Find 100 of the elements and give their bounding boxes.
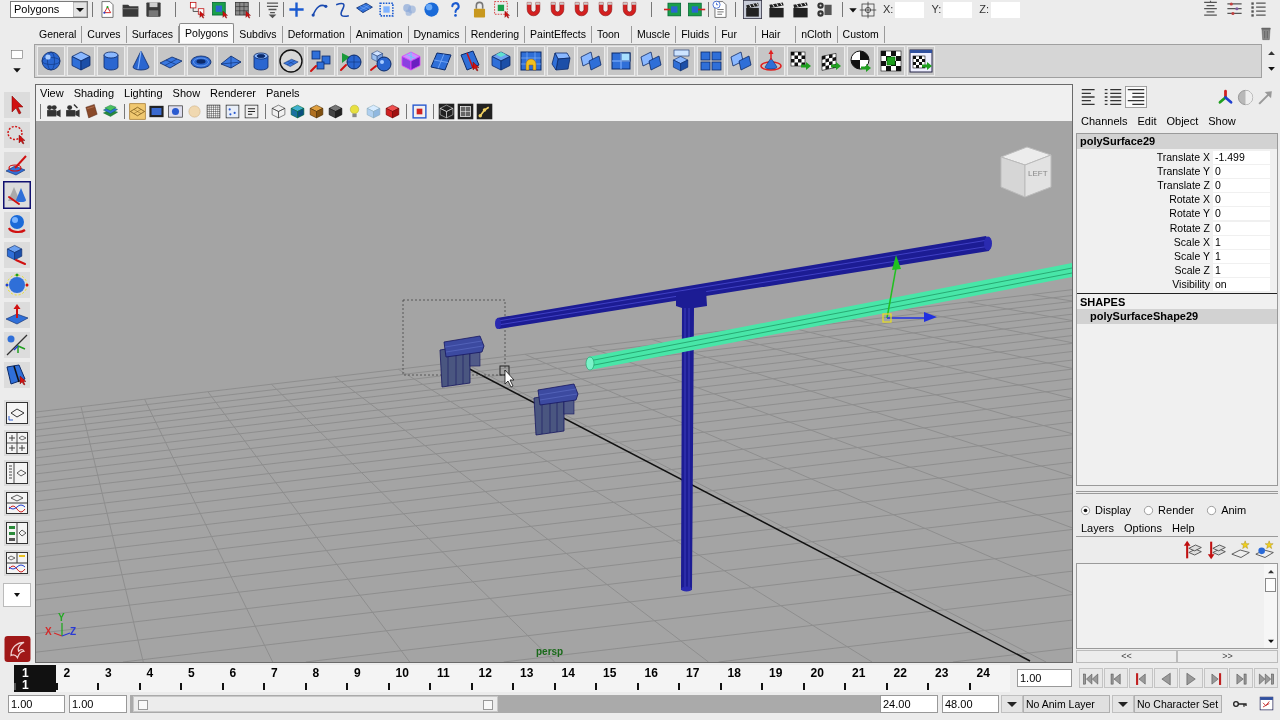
attribute-value-field[interactable]: 0 — [1213, 207, 1270, 221]
current-time-field[interactable]: 1.00 — [1017, 669, 1072, 687]
attribute-value-field[interactable]: 0 — [1213, 164, 1270, 178]
page-button[interactable]: << — [1076, 650, 1177, 663]
menu-item[interactable]: Edit — [1137, 112, 1157, 130]
sphere-arrow-icon[interactable] — [337, 46, 365, 76]
camera-icon[interactable] — [45, 102, 62, 120]
shelf-tab[interactable]: Polygons — [179, 23, 235, 43]
shelf-tab[interactable]: Fluids — [676, 26, 717, 43]
pipe-icon[interactable] — [247, 46, 275, 76]
plane-icon[interactable] — [157, 46, 185, 76]
checkered-sphere-icon[interactable] — [847, 46, 875, 76]
sphere-icon[interactable] — [422, 0, 441, 19]
attribute-value-field[interactable]: -1.499 — [1213, 150, 1270, 164]
menu-item[interactable]: Show — [172, 84, 201, 102]
caret-icon[interactable] — [1001, 694, 1023, 713]
clapperboard-icon[interactable] — [790, 0, 810, 19]
key-forward-icon[interactable] — [1204, 668, 1228, 688]
beveled-cube-icon[interactable] — [547, 46, 575, 76]
menu-item[interactable]: Options — [1124, 519, 1162, 537]
clapperboard-icon[interactable] — [742, 0, 762, 19]
skip-back-icon[interactable] — [1079, 668, 1103, 688]
playback-start-field[interactable]: 1.00 — [69, 694, 127, 713]
cube-arrow-icon[interactable] — [3, 241, 31, 269]
sphere-ring-icon[interactable] — [3, 271, 31, 299]
caret-down-icon[interactable] — [1266, 637, 1275, 645]
menu-item[interactable]: Layers — [1081, 519, 1115, 537]
handle-grip-icon[interactable] — [138, 699, 148, 710]
sphere-curved-arrow-icon[interactable] — [3, 211, 31, 239]
character-set-field[interactable]: No Character Set — [1134, 694, 1222, 713]
split-grid-icon[interactable] — [607, 46, 635, 76]
shelf-tab[interactable]: Deformation — [282, 26, 351, 43]
plane-star-icon[interactable] — [1231, 540, 1251, 560]
layer-mode-radio[interactable]: Render — [1143, 501, 1195, 519]
time-slider[interactable]: 1 1 2 3 4 5 6 7 8 9 10 11 12 13 14 15 16 17 18 19 20 21 22 23 24 — [14, 664, 1010, 692]
stacked-cube-icon[interactable] — [667, 46, 695, 76]
shelf-tab[interactable]: PaintEffects — [525, 26, 592, 43]
framed-lines-icon[interactable] — [243, 102, 260, 120]
framed-square-icon[interactable] — [411, 102, 428, 120]
attribute-label[interactable]: Translate Y — [1077, 164, 1213, 178]
lines-icon[interactable] — [1125, 86, 1147, 108]
arrow-cursor-icon[interactable] — [3, 91, 31, 119]
cube-square-cursor-icon[interactable] — [211, 0, 230, 19]
shelf-tab[interactable]: Dynamics — [408, 26, 466, 43]
object-name[interactable]: polySurface29 — [1077, 134, 1277, 149]
plus-icon[interactable] — [287, 0, 306, 19]
cube-icon[interactable] — [289, 102, 306, 120]
attribute-value-field[interactable]: 1 — [1213, 249, 1270, 263]
graph-pane-layout-icon[interactable] — [3, 489, 31, 517]
tilted-grid-icon[interactable] — [427, 46, 455, 76]
dashed-square-cursor-icon[interactable] — [492, 0, 512, 19]
lasso-icon[interactable] — [3, 121, 31, 149]
list-pane-layout-icon[interactable] — [3, 459, 31, 487]
menu-item[interactable]: Lighting — [124, 84, 163, 102]
grid-tile-icon[interactable] — [129, 102, 146, 120]
grid-square-icon[interactable] — [205, 102, 222, 120]
attribute-value-field[interactable]: 0 — [1213, 221, 1270, 235]
new-file-icon[interactable] — [98, 0, 117, 19]
framed-grid-icon[interactable] — [457, 102, 474, 120]
shelf-tab[interactable]: Subdivs — [234, 26, 283, 43]
attribute-value-field[interactable]: on — [1213, 278, 1270, 292]
notched-cube-icon[interactable] — [487, 46, 515, 76]
plane-cursor-icon[interactable] — [3, 361, 31, 389]
layers-down-arrow-icon[interactable] — [1207, 540, 1227, 560]
step-back-icon[interactable] — [1104, 668, 1128, 688]
attribute-label[interactable]: Rotate Y — [1077, 207, 1213, 221]
radio-icon[interactable] — [1206, 504, 1218, 516]
attribute-label[interactable]: Translate Z — [1077, 178, 1213, 192]
cube-icon[interactable] — [67, 46, 95, 76]
torus-icon[interactable] — [187, 46, 215, 76]
page-button[interactable]: >> — [1177, 650, 1278, 663]
current-frame-highlight[interactable]: 1 1 — [14, 664, 56, 692]
curled-checkerboard-icon[interactable] — [817, 46, 845, 76]
radio-icon[interactable] — [1080, 504, 1091, 516]
vertical-scrollbar[interactable] — [1264, 564, 1277, 648]
checkerboard-square-icon[interactable] — [877, 46, 905, 76]
arched-grid-icon[interactable] — [517, 46, 545, 76]
attribute-label[interactable]: Rotate X — [1077, 193, 1213, 207]
sphere-plane-star-icon[interactable] — [1255, 540, 1275, 560]
clock-document-icon[interactable] — [710, 0, 730, 19]
shelf-tab[interactable]: Muscle — [631, 26, 677, 43]
menu-item[interactable]: Object — [1166, 112, 1199, 130]
caret-up-icon[interactable] — [1266, 49, 1276, 58]
handle-grip-icon[interactable] — [482, 699, 493, 710]
folded-planes-icon[interactable] — [727, 46, 755, 76]
layer-mode-radio[interactable]: Anim — [1206, 501, 1247, 519]
scrollbar-thumb[interactable] — [1265, 578, 1276, 592]
playback-end-field[interactable]: 24.00 — [880, 694, 938, 713]
film-reels-icon[interactable] — [814, 0, 834, 19]
anim-layer-field[interactable]: No Anim Layer — [1023, 694, 1110, 713]
caret-icon[interactable] — [1112, 694, 1134, 713]
shelf-tab[interactable]: Toon — [591, 26, 632, 43]
dotted-square-icon[interactable] — [224, 102, 241, 120]
folded-planes-icon[interactable] — [577, 46, 605, 76]
end-time-field[interactable]: 48.00 — [942, 694, 999, 713]
cube-sphere-arrow-icon[interactable] — [367, 46, 395, 76]
dashed-square-icon[interactable] — [377, 0, 396, 19]
output-arrow-icon[interactable] — [686, 0, 706, 19]
wireframe-cube-icon[interactable] — [438, 102, 455, 120]
attribute-value-field[interactable]: 0 — [1213, 178, 1270, 192]
